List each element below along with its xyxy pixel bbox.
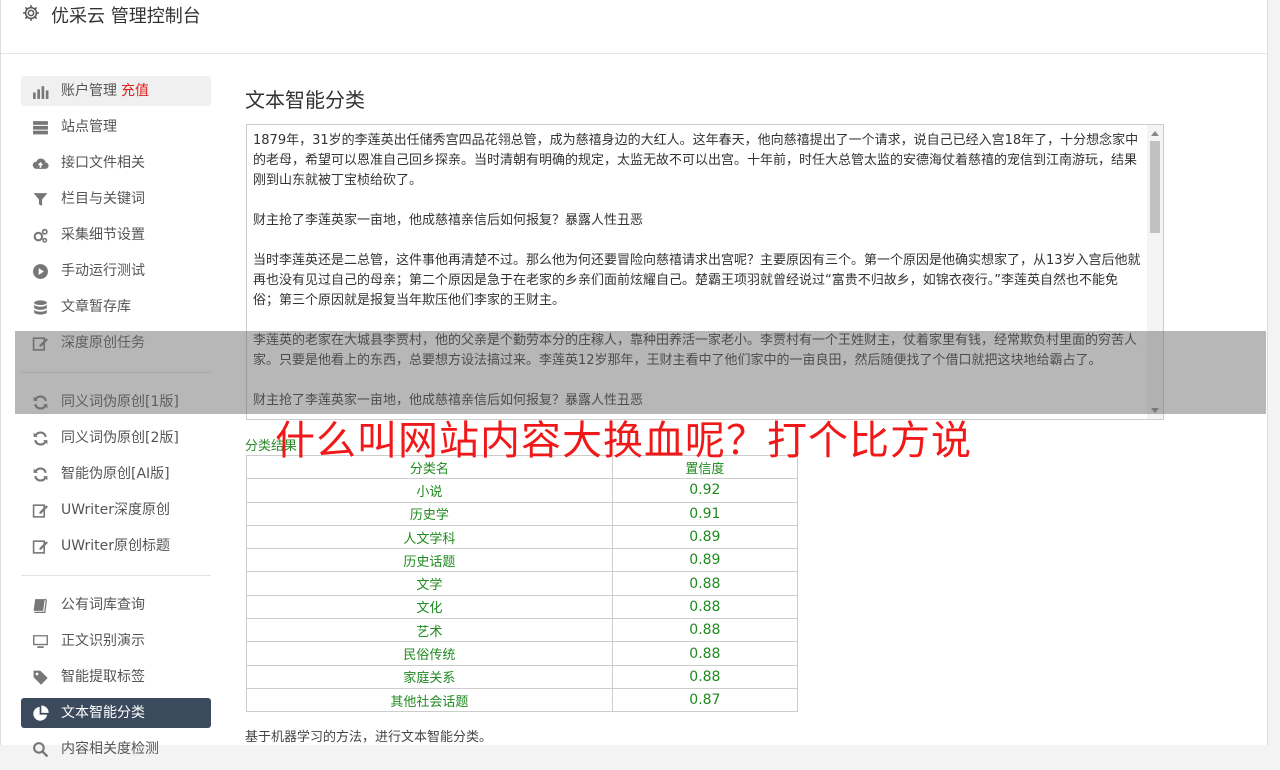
text-paragraph: 财主抢了李莲英家一亩地，他成慈禧亲信后如何报复？暴露人性丑恶 xyxy=(253,213,644,228)
confidence-cell: 0.88 xyxy=(611,571,799,596)
refresh-icon xyxy=(32,430,49,447)
table-row: 历史学 0.91 xyxy=(246,501,799,526)
monitor-icon xyxy=(32,633,49,650)
results-table: 分类名 置信度 小说 0.92 历史学 0.91 人文学科 0.89 历史话题 0.89 文学 0… xyxy=(246,454,799,713)
confidence-cell: 0.89 xyxy=(611,548,799,573)
tag-icon xyxy=(32,669,49,686)
table-row: 人文学科 0.89 xyxy=(246,524,799,550)
filter-icon xyxy=(32,191,49,208)
table-row: 家庭关系 0.88 xyxy=(246,664,799,689)
bar-chart-icon xyxy=(32,83,49,100)
edit-icon xyxy=(32,538,49,555)
sidebar-item-label: UWriter深度原创 xyxy=(61,502,170,518)
sidebar-item-label: 同义词伪原创[2版] xyxy=(61,430,179,446)
sidebar-item[interactable]: UWriter深度原创 xyxy=(21,495,211,525)
page-title: 文本智能分类 xyxy=(245,88,365,112)
text-paragraph: 当时李莲英还是二总管，这件事他再清楚不过。那么他为何还要冒险向慈禧请求出宫呢？主… xyxy=(253,253,1141,308)
confidence-cell: 0.92 xyxy=(611,478,799,503)
sidebar-item[interactable]: 公有词库查询 xyxy=(21,590,211,620)
sidebar-item-label: 智能伪原创[AI版] xyxy=(61,466,170,482)
database-icon xyxy=(32,299,49,316)
category-cell: 文化 xyxy=(246,594,613,620)
category-cell: 家庭关系 xyxy=(246,664,613,689)
sidebar-item[interactable]: 智能提取标签 xyxy=(21,662,211,692)
scroll-thumb[interactable] xyxy=(1150,141,1160,233)
table-row: 民俗传统 0.88 xyxy=(246,641,799,666)
sidebar-item[interactable]: 文章暂存库 xyxy=(21,292,211,322)
sidebar-item-label: 智能提取标签 xyxy=(61,669,145,685)
category-cell: 艺术 xyxy=(246,618,613,643)
confidence-cell: 0.89 xyxy=(611,524,799,550)
sidebar-item-label: 账户管理 xyxy=(61,83,117,99)
table-row: 文化 0.88 xyxy=(246,594,799,620)
sidebar-item-label: 站点管理 xyxy=(61,119,117,135)
confidence-cell: 0.88 xyxy=(611,641,799,666)
confidence-cell: 0.91 xyxy=(611,501,799,526)
top-header: 优采云 管理控制台 xyxy=(1,0,1267,54)
table-row: 其他社会话题 0.87 xyxy=(246,687,799,713)
text-paragraph: 1879年，31岁的李莲英出任储秀宫四品花翎总管，成为慈禧身边的大红人。这年春天… xyxy=(253,133,1139,188)
sidebar-item[interactable]: 正文识别演示 xyxy=(21,626,211,656)
sidebar-item-label: 手动运行测试 xyxy=(61,263,145,279)
play-circle-icon xyxy=(32,263,49,280)
refresh-icon xyxy=(32,466,49,483)
sidebar-item-label: 文本智能分类 xyxy=(61,705,145,721)
sidebar-item[interactable]: 接口文件相关 xyxy=(21,148,211,178)
sidebar-item[interactable]: 栏目与关键词 xyxy=(21,184,211,214)
category-cell: 其他社会话题 xyxy=(246,687,613,713)
sidebar-item[interactable]: 手动运行测试 xyxy=(21,256,211,286)
confidence-cell: 0.88 xyxy=(611,594,799,620)
category-cell: 历史话题 xyxy=(246,548,613,573)
footnote: 基于机器学习的方法，进行文本智能分类。 xyxy=(245,730,493,745)
confidence-cell: 0.88 xyxy=(611,664,799,689)
cloud-upload-icon xyxy=(32,155,49,172)
sidebar-item-label: 正文识别演示 xyxy=(61,633,145,649)
overlay-caption: 什么叫网站内容大换血呢？打个比方说 xyxy=(275,418,972,464)
recharge-link[interactable]: 充值 xyxy=(121,83,149,99)
edit-icon xyxy=(32,502,49,519)
server-icon xyxy=(32,119,49,136)
table-row: 艺术 0.88 xyxy=(246,618,799,643)
sidebar-item-label: 栏目与关键词 xyxy=(61,191,145,207)
sidebar-item-label: UWriter原创标题 xyxy=(61,538,170,554)
category-cell: 文学 xyxy=(246,571,613,596)
sidebar-item-label: 公有词库查询 xyxy=(61,597,145,613)
scroll-up-icon[interactable] xyxy=(1151,131,1159,136)
book-icon xyxy=(32,597,49,614)
category-cell: 民俗传统 xyxy=(246,641,613,666)
category-cell: 历史学 xyxy=(246,501,613,526)
sidebar-item-label: 文章暂存库 xyxy=(61,299,131,315)
sidebar-item[interactable]: 账户管理 充值 xyxy=(21,76,211,106)
confidence-cell: 0.88 xyxy=(611,618,799,643)
sidebar-item[interactable]: 采集细节设置 xyxy=(21,220,211,250)
sidebar-item-label: 采集细节设置 xyxy=(61,227,145,243)
gear-icon xyxy=(21,3,41,23)
category-cell: 人文学科 xyxy=(246,524,613,550)
confidence-cell: 0.87 xyxy=(611,687,799,713)
sidebar-item[interactable]: 内容相关度检测 xyxy=(21,734,211,764)
sidebar-divider xyxy=(21,575,211,576)
pie-chart-icon xyxy=(32,705,49,722)
sidebar-item[interactable]: UWriter原创标题 xyxy=(21,531,211,561)
sidebar-item[interactable]: 智能伪原创[AI版] xyxy=(21,459,211,489)
table-row: 历史话题 0.89 xyxy=(246,548,799,573)
category-cell: 小说 xyxy=(246,478,613,503)
table-row: 小说 0.92 xyxy=(246,478,799,503)
sidebar-item[interactable]: 同义词伪原创[2版] xyxy=(21,423,211,453)
sidebar-item-label: 接口文件相关 xyxy=(61,155,145,171)
table-row: 文学 0.88 xyxy=(246,571,799,596)
search-icon xyxy=(32,741,49,758)
video-overlay-band xyxy=(15,331,1266,414)
sidebar-item[interactable]: 文本智能分类 xyxy=(21,698,211,728)
app-title: 优采云 管理控制台 xyxy=(51,6,201,27)
sidebar: 账户管理 充值 站点管理 接口文件相关 栏目与关键词 采集细节设置 手动运行测试 文章暂存库深… xyxy=(21,76,211,770)
sidebar-item[interactable]: 站点管理 xyxy=(21,112,211,142)
gears-icon xyxy=(32,227,49,244)
sidebar-item-label: 内容相关度检测 xyxy=(61,741,159,757)
